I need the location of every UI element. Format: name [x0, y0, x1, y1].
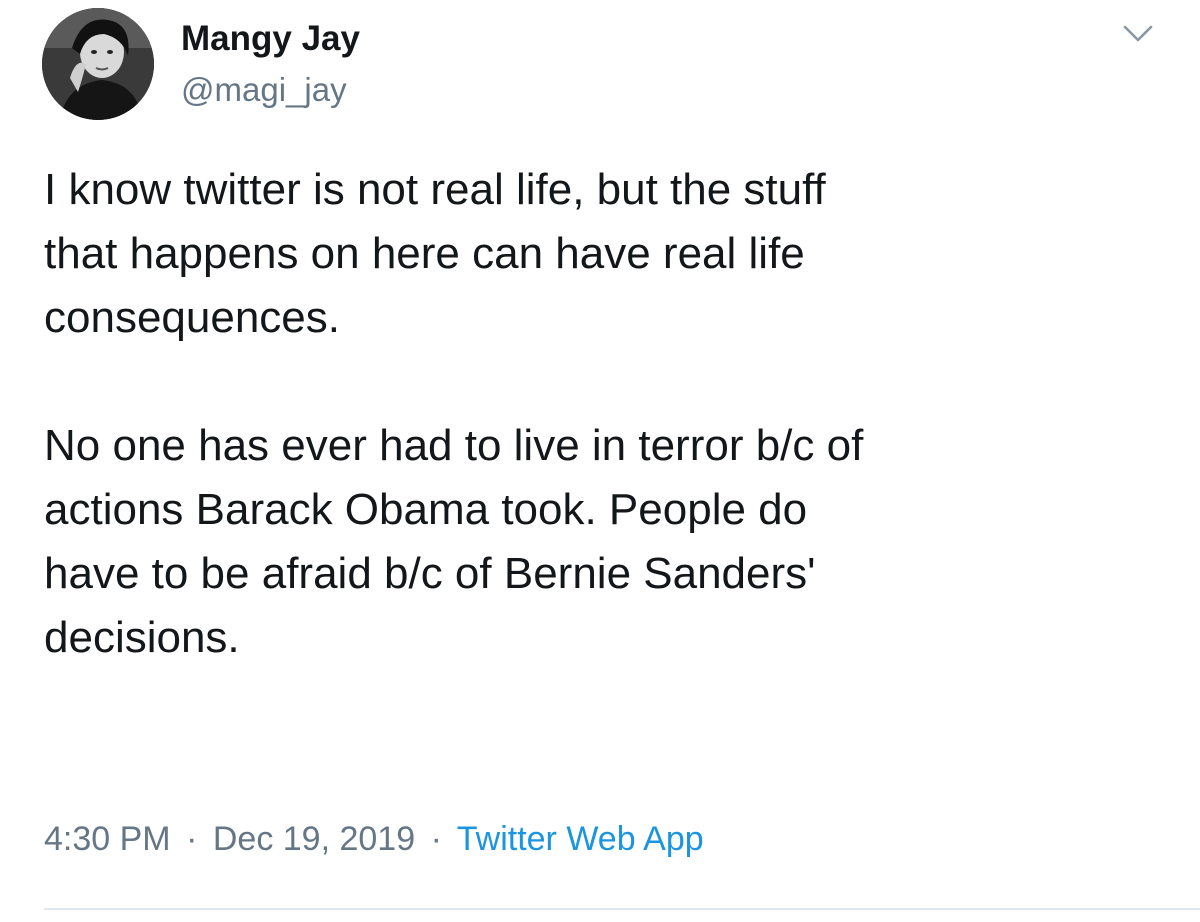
- chevron-down-icon: [1123, 25, 1153, 42]
- tweet-card: Mangy Jay @magi_jay I know twitter is no…: [0, 0, 1200, 922]
- divider: [44, 908, 1200, 910]
- tweet-date[interactable]: Dec 19, 2019: [213, 820, 415, 858]
- tweet-text-line: that happens on here can have real life: [44, 229, 805, 278]
- tweet-text-line: I know twitter is not real life, but the…: [44, 165, 826, 214]
- tweet-time[interactable]: 4:30 PM: [44, 820, 171, 858]
- tweet-text-line: actions Barack Obama took. People do: [44, 485, 808, 534]
- tweet-source-link[interactable]: Twitter Web App: [457, 820, 704, 858]
- tweet-text-line: have to be afraid b/c of Bernie Sanders': [44, 549, 816, 598]
- tweet-menu-button[interactable]: [1120, 16, 1156, 52]
- tweet-text-line: consequences.: [44, 293, 340, 342]
- tweet-text: I know twitter is not real life, but the…: [44, 158, 1164, 670]
- display-name[interactable]: Mangy Jay: [181, 18, 360, 60]
- avatar[interactable]: [42, 8, 154, 120]
- profile-photo-icon: [42, 8, 154, 120]
- tweet-meta: 4:30 PM · Dec 19, 2019 · Twitter Web App: [44, 814, 704, 864]
- meta-separator: ·: [430, 820, 442, 858]
- user-handle[interactable]: @magi_jay: [181, 70, 347, 110]
- meta-separator: ·: [186, 820, 198, 858]
- tweet-text-line: No one has ever had to live in terror b/…: [44, 421, 864, 470]
- tweet-text-line: decisions.: [44, 613, 240, 662]
